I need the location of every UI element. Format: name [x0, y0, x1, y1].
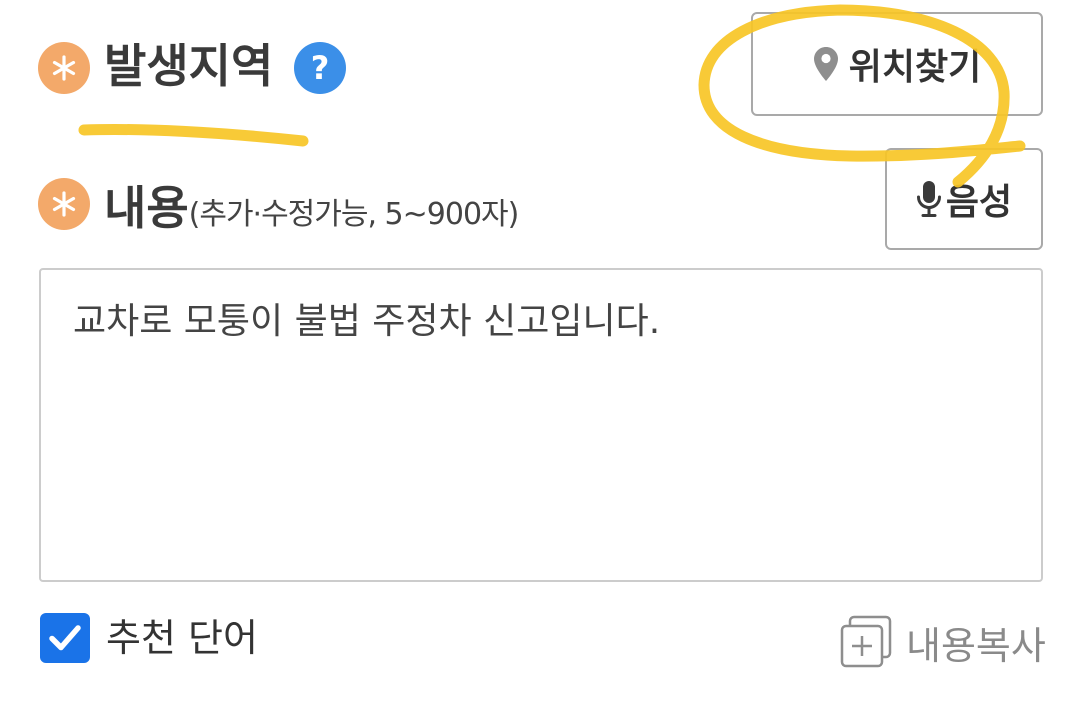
required-asterisk-icon	[38, 42, 90, 94]
recommend-words-label[interactable]: 추천 단어	[106, 610, 258, 666]
content-textarea[interactable]: 교차로 모퉁이 불법 주정차 신고입니다.	[39, 268, 1043, 582]
copy-content-button[interactable]: 내용복사	[838, 614, 1046, 670]
content-label: 내용	[104, 181, 189, 235]
help-icon[interactable]: ?	[294, 42, 346, 94]
content-hint: (추가·수정가능, 5~900자)	[188, 197, 520, 232]
voice-input-button[interactable]: 음성	[885, 148, 1043, 250]
required-asterisk-icon	[38, 178, 90, 230]
location-pin-icon	[813, 47, 838, 81]
find-location-button[interactable]: 위치찾기	[751, 12, 1043, 116]
find-location-label: 위치찾기	[848, 47, 982, 88]
checkmark-icon	[49, 625, 81, 651]
underline-annotation	[78, 124, 309, 147]
content-label-group: 내용 (추가·수정가능, 5~900자)	[104, 176, 520, 247]
copy-icon	[840, 615, 892, 668]
location-label: 발생지역	[104, 39, 274, 93]
copy-content-label: 내용복사	[906, 623, 1046, 668]
voice-input-label: 음성	[945, 182, 1013, 223]
microphone-icon	[916, 181, 941, 217]
recommend-words-checkbox[interactable]	[40, 613, 90, 663]
